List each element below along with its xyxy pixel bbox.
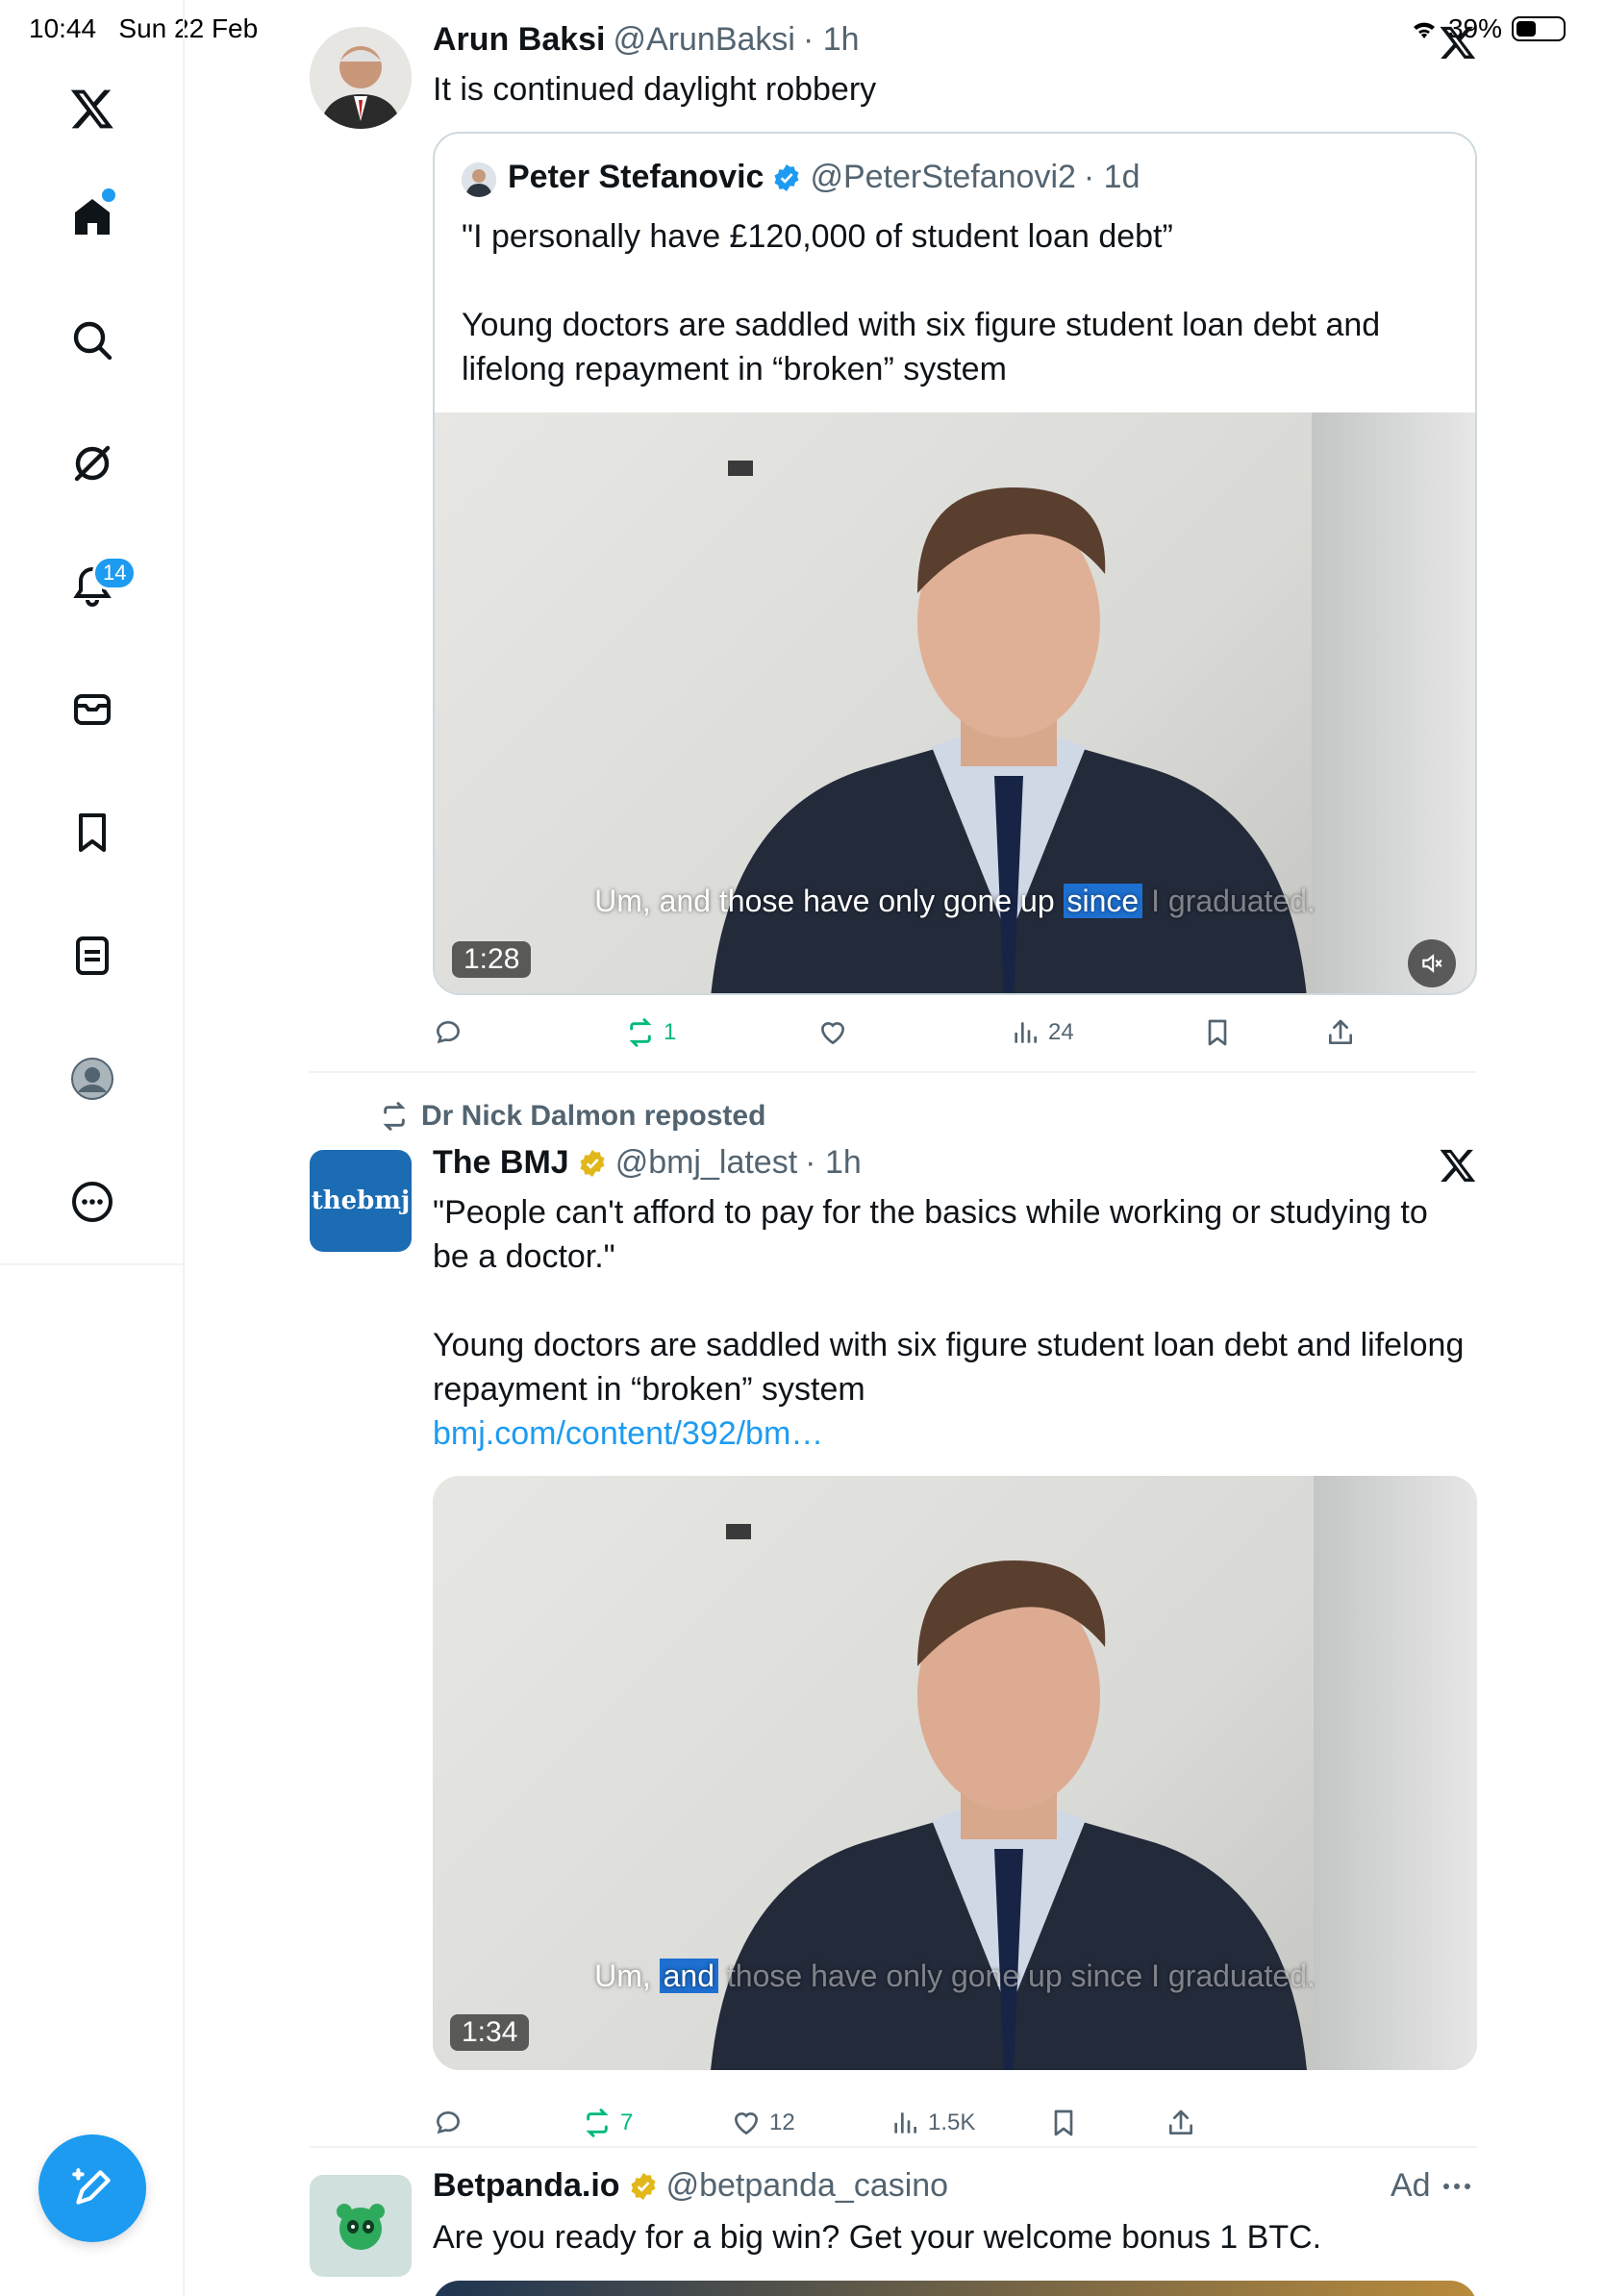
author-name[interactable]: The BMJ — [433, 1144, 569, 1182]
avatar[interactable] — [310, 2175, 412, 2277]
x-logo-icon[interactable] — [61, 77, 124, 140]
author-name[interactable]: Betpanda.io — [433, 2167, 620, 2205]
video-player[interactable]: Um, and those have only gone up since I … — [435, 412, 1475, 993]
heart-icon — [820, 1022, 845, 1045]
reply-icon — [436, 1021, 461, 1044]
author-handle[interactable]: @ArunBaksi — [614, 21, 795, 59]
x-badge-icon — [1440, 1149, 1476, 1182]
post-time[interactable]: · 1h — [805, 1144, 862, 1182]
analytics-icon — [894, 2112, 916, 2134]
repost-button[interactable]: 1 — [625, 1017, 676, 1048]
more-options-icon[interactable] — [61, 1170, 124, 1234]
post-text: Are you ready for a big win? Get your we… — [433, 2219, 1322, 2256]
video-duration: 1:34 — [450, 2014, 530, 2051]
post-divider — [310, 1071, 1477, 1073]
post-actions: 1 24 — [433, 1013, 1477, 1052]
reply-button[interactable] — [433, 2108, 471, 2138]
quoted-post[interactable]: Peter Stefanovic @PeterStefanovi2 · 1d "… — [433, 132, 1477, 995]
avatar[interactable] — [310, 27, 412, 129]
author-handle[interactable]: @betpanda_casino — [666, 2167, 949, 2205]
reply-button[interactable] — [433, 1017, 471, 1048]
ad-label: Ad — [1391, 2167, 1431, 2204]
verified-gold-badge-icon — [580, 1149, 605, 1177]
view-count: 24 — [1048, 1019, 1074, 1045]
notification-count-badge: 14 — [92, 556, 138, 590]
mute-button[interactable] — [1408, 939, 1456, 987]
video-caption: Um, and those have only gone up since I … — [594, 1959, 1316, 1993]
view-count: 1.5K — [928, 2109, 976, 2135]
author-handle[interactable]: @bmj_latest — [615, 1144, 797, 1182]
post-text-line-3: Young doctors are saddled with six figur… — [433, 1327, 1465, 1363]
post-actions: 7 12 1.5K — [433, 2104, 1477, 2142]
bmj-logo-text: thebmj — [311, 1186, 411, 1215]
panda-logo-icon — [337, 2204, 385, 2250]
repost-count: 1 — [664, 1019, 677, 1045]
share-icon — [1329, 1019, 1352, 1044]
quote-text-line-2: Young doctors are saddled with six figur… — [462, 307, 1381, 343]
quote-text-line-1: "I personally have £120,000 of student l… — [462, 218, 1173, 255]
reply-icon — [436, 2111, 461, 2134]
speaker-muted-icon — [1422, 954, 1442, 973]
compose-post-button[interactable] — [38, 2134, 146, 2242]
home-unread-dot — [102, 188, 115, 202]
post-time[interactable]: · 1h — [803, 21, 860, 59]
post-text-line-1: "People can't afford to pay for the basi… — [433, 1194, 1428, 1231]
repost-attribution[interactable]: Dr Nick Dalmon reposted — [379, 1100, 765, 1133]
quote-post-time[interactable]: · 1d — [1084, 159, 1140, 196]
x-badge-icon — [1440, 26, 1476, 59]
bookmark-icon — [1054, 2109, 1073, 2136]
like-count: 12 — [769, 2109, 795, 2135]
post-text-line-2: be a doctor." — [433, 1238, 615, 1275]
repost-icon — [383, 1102, 406, 1131]
ad-media-preview[interactable] — [433, 2281, 1477, 2296]
verified-gold-badge-icon — [631, 2172, 656, 2200]
more-options-icon[interactable] — [1442, 2182, 1471, 2191]
avatar[interactable]: thebmj — [310, 1150, 412, 1252]
repost-icon — [629, 1018, 652, 1047]
bookmark-button[interactable] — [1048, 2108, 1079, 2138]
video-duration: 1:28 — [452, 941, 532, 978]
like-button[interactable] — [817, 1017, 856, 1048]
views-button[interactable]: 1.5K — [890, 2108, 975, 2138]
video-caption: Um, and those have only gone up since I … — [594, 884, 1316, 918]
repost-button[interactable]: 7 — [582, 2108, 633, 2138]
profile-avatar-icon[interactable] — [61, 1047, 124, 1111]
share-icon — [1169, 2109, 1192, 2134]
sidebar-divider — [0, 1263, 185, 1265]
share-button[interactable] — [1325, 1017, 1356, 1048]
quote-text-line-3: lifelong repayment in “broken” system — [462, 351, 1007, 387]
repost-count: 7 — [620, 2109, 634, 2135]
article-link[interactable]: bmj.com/content/392/bm… — [433, 1411, 823, 1456]
battery-icon — [1512, 16, 1566, 41]
bookmark-icon — [1208, 1019, 1227, 1046]
compose-feather-icon — [72, 2168, 111, 2205]
grok-icon[interactable] — [61, 432, 124, 495]
views-button[interactable]: 24 — [1010, 1017, 1074, 1048]
post-text: It is continued daylight robbery — [433, 71, 877, 108]
heart-icon — [734, 2112, 759, 2135]
quote-author-handle[interactable]: @PeterStefanovi2 — [810, 159, 1075, 196]
status-indicators: 39% — [1410, 13, 1566, 44]
bookmark-button[interactable] — [1202, 1017, 1233, 1048]
quote-avatar — [462, 162, 496, 197]
analytics-icon — [1015, 1022, 1037, 1043]
wifi-icon — [1413, 22, 1435, 38]
lists-icon[interactable] — [61, 924, 124, 987]
verified-badge-icon — [774, 163, 799, 191]
post-text-line-4: repayment in “broken” system — [433, 1371, 865, 1408]
author-name[interactable]: Arun Baksi — [433, 21, 606, 59]
share-button[interactable] — [1165, 2108, 1196, 2138]
repost-icon — [586, 2109, 609, 2137]
like-button[interactable]: 12 — [731, 2108, 795, 2138]
bookmarks-icon[interactable] — [61, 801, 124, 864]
search-icon[interactable] — [61, 309, 124, 372]
post-divider — [310, 2146, 1477, 2148]
quote-author-name[interactable]: Peter Stefanovic — [508, 159, 764, 196]
messages-icon[interactable] — [61, 678, 124, 741]
video-player[interactable]: Um, and those have only gone up since I … — [433, 1476, 1477, 2070]
